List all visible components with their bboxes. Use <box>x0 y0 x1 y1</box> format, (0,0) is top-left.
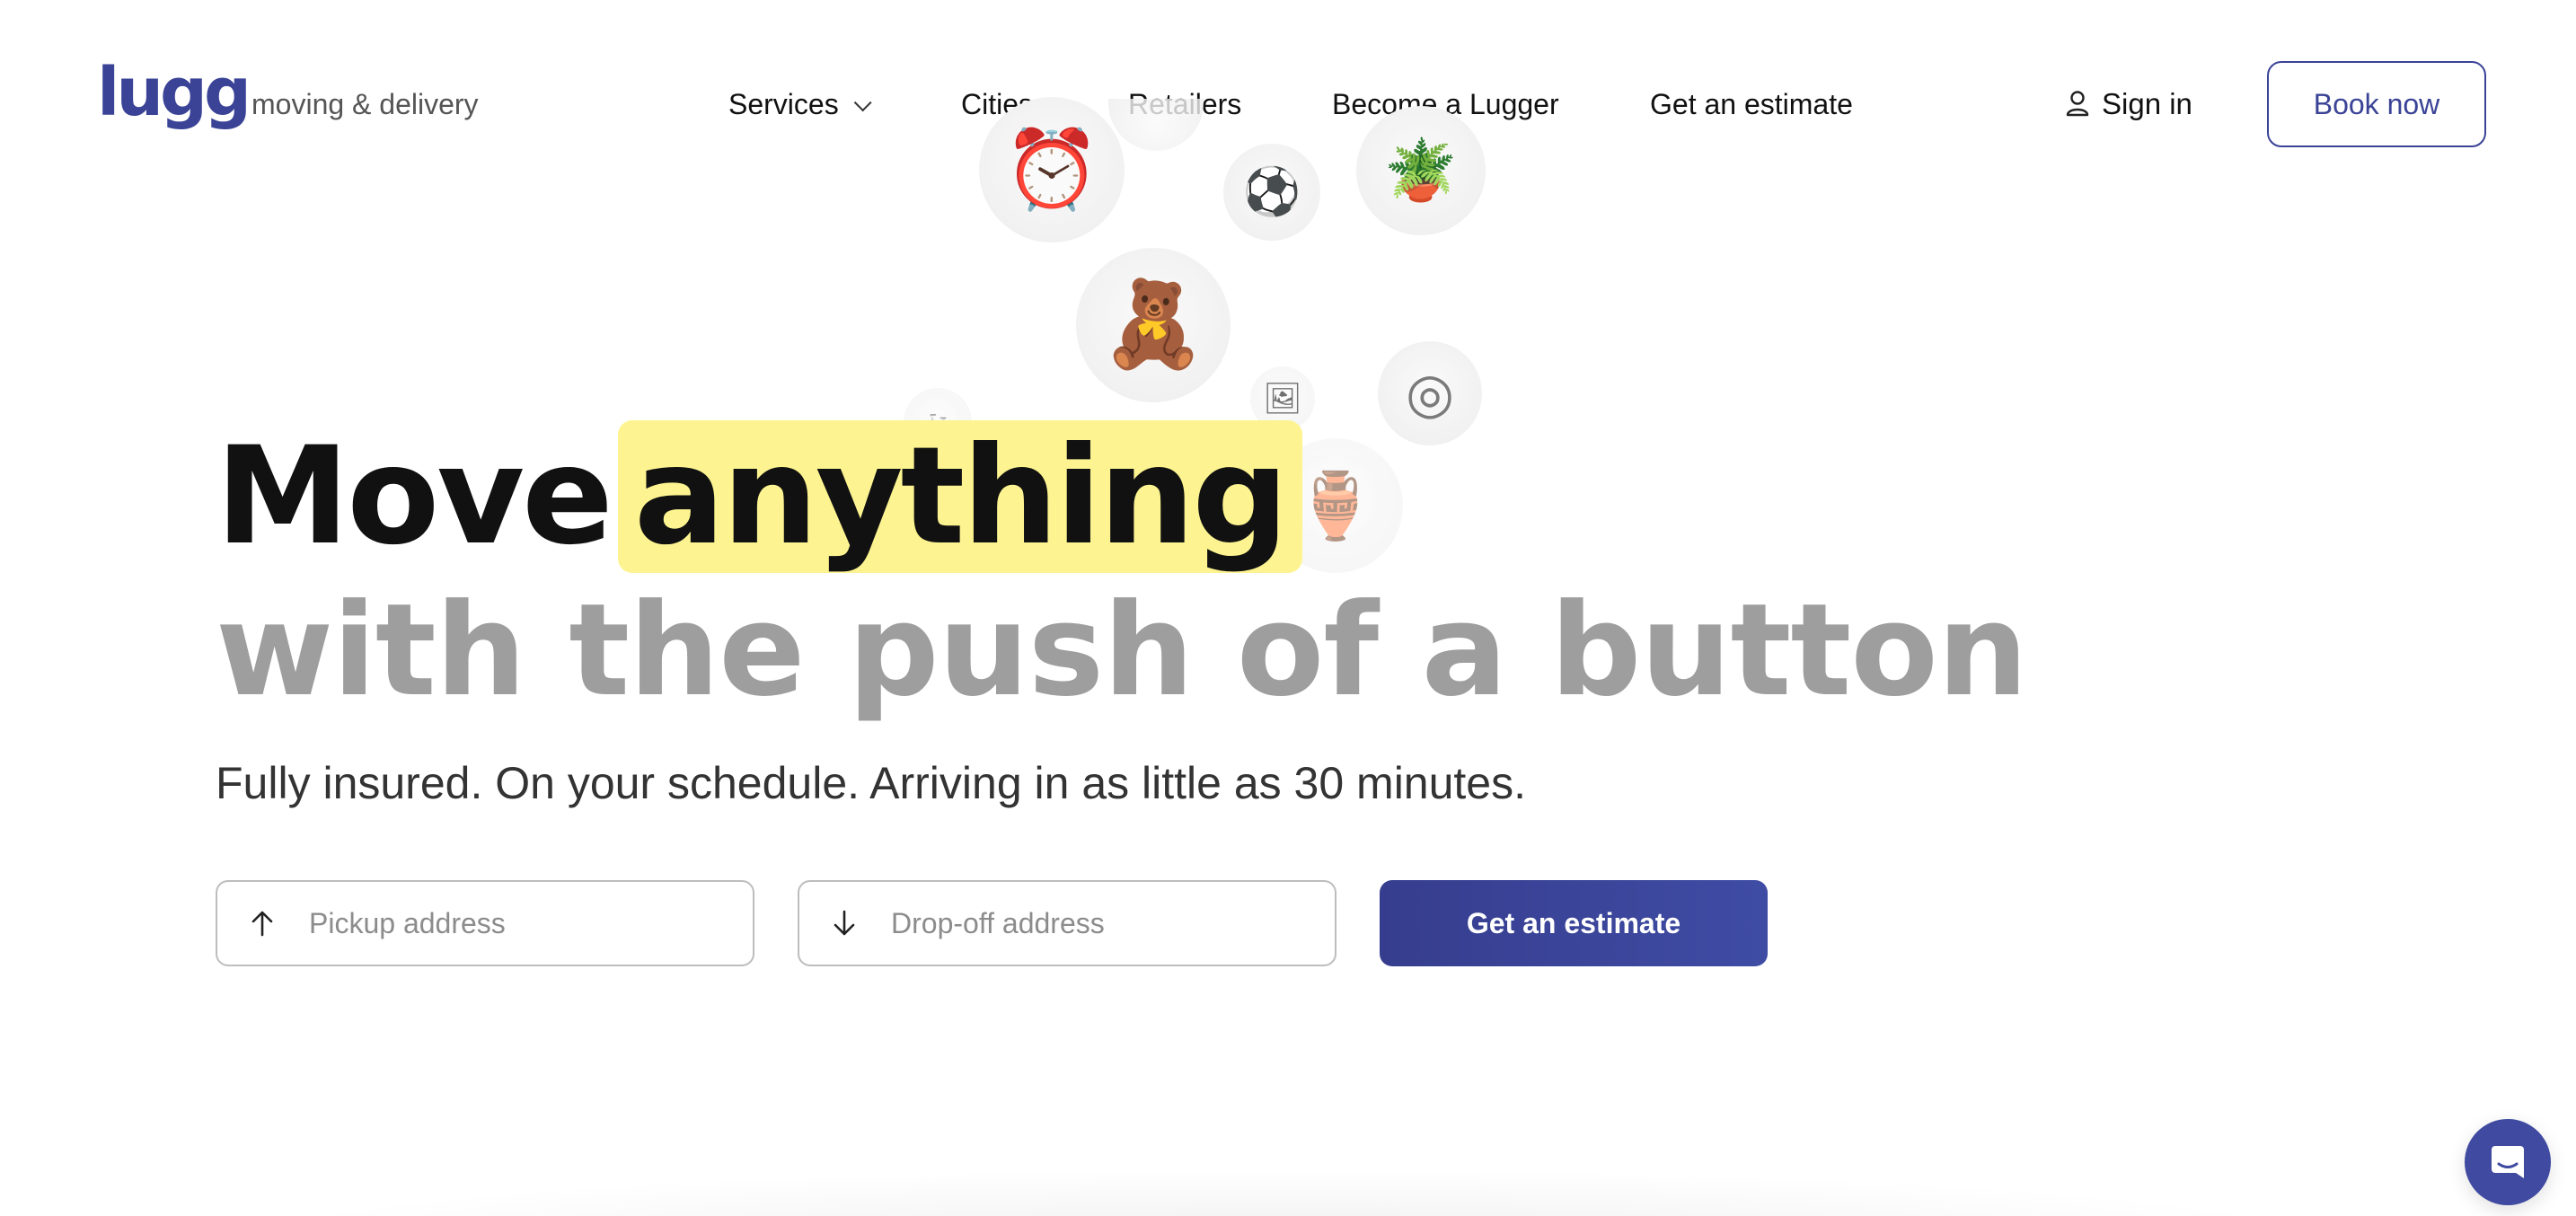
alarm-clock-icon: ⏰ <box>1003 125 1100 215</box>
chevron-down-icon <box>853 93 872 112</box>
user-icon <box>2066 91 2089 117</box>
section-shadow <box>225 1168 2344 1216</box>
nav-item-get-an-estimate[interactable]: Get an estimate <box>1650 84 1853 124</box>
potted-plant-icon: 🪴 <box>1383 136 1459 205</box>
teddy-bear-icon: 🧸 <box>1100 276 1206 374</box>
nav-item-services[interactable]: Services <box>728 84 872 124</box>
hero-subline: Fully insured. On your schedule. Arrivin… <box>216 758 1527 808</box>
hero-line-1-prefix: Move <box>216 419 613 575</box>
hero-highlight-word: anything <box>617 420 1302 573</box>
floating-item-potted-plant: 🪴 <box>1356 106 1486 235</box>
picture-frame-icon: 🖼 <box>1263 381 1302 417</box>
sign-in-label: Sign in <box>2102 87 2192 120</box>
floating-item-soccer-ball: ⚽ <box>1223 144 1320 241</box>
floating-item-tire: ◎ <box>1378 341 1482 445</box>
logo[interactable]: lugg <box>97 59 251 126</box>
dropoff-address-input[interactable] <box>889 905 1315 941</box>
hero-line-2: with the push of a button <box>216 577 2028 725</box>
hero-line-1: Move anything <box>216 420 1302 573</box>
dropoff-address-field[interactable] <box>798 880 1337 966</box>
pickup-address-input[interactable] <box>307 905 733 941</box>
page: lugg moving & delivery Services Cities R… <box>0 0 2576 1216</box>
vase-icon: 🏺 <box>1295 468 1376 543</box>
chat-launcher-button[interactable] <box>2465 1119 2551 1205</box>
sign-in-link[interactable]: Sign in <box>2066 84 2192 124</box>
floating-item-alarm-clock: ⏰ <box>979 97 1125 242</box>
arrow-down-icon <box>799 910 889 937</box>
arrow-up-icon <box>217 910 307 937</box>
chat-icon <box>2492 1146 2524 1178</box>
floating-item-teddy-bear: 🧸 <box>1076 248 1231 402</box>
pickup-address-field[interactable] <box>216 880 754 966</box>
soccer-ball-icon: ⚽ <box>1242 165 1301 219</box>
logo-tagline: moving & delivery <box>251 88 479 120</box>
get-estimate-button[interactable]: Get an estimate <box>1380 880 1768 966</box>
book-now-button[interactable]: Book now <box>2267 61 2486 147</box>
floating-bubble-partial <box>1108 99 1204 151</box>
nav-item-label: Services <box>728 88 839 120</box>
tire-icon: ◎ <box>1405 360 1455 426</box>
